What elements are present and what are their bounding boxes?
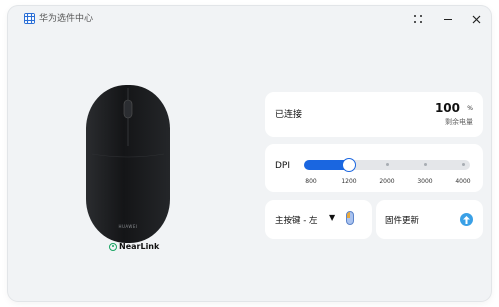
connection-card: 已连接 100 % 剩余电量 bbox=[265, 92, 483, 137]
battery-unit: % bbox=[467, 105, 473, 112]
window-title: 华为选件中心 bbox=[39, 14, 94, 24]
dpi-option-3000: 3000 bbox=[417, 178, 433, 185]
battery-value: 100 bbox=[434, 101, 460, 115]
nearlink-icon bbox=[109, 242, 117, 251]
firmware-update-label: 固件更新 bbox=[385, 216, 420, 226]
dpi-tick-2000[interactable] bbox=[385, 163, 389, 166]
app-window: 华为选件中心 HUAWEI NearLink 已连接 100 % 剩余电量 DP… bbox=[8, 6, 491, 301]
dpi-tick-4000[interactable] bbox=[461, 163, 465, 166]
app-logo-icon bbox=[24, 13, 35, 24]
connection-status: 已连接 bbox=[275, 110, 303, 120]
mouse-image: HUAWEI bbox=[78, 84, 178, 264]
primary-key-card[interactable]: 主按键 - 左 ▼ bbox=[265, 200, 372, 239]
close-icon bbox=[472, 15, 480, 23]
title-bar: 华为选件中心 bbox=[8, 6, 491, 32]
dpi-slider-thumb[interactable] bbox=[342, 158, 356, 172]
battery-label: 剩余电量 bbox=[445, 118, 473, 126]
dpi-slider[interactable] bbox=[304, 158, 470, 172]
mouse-left-button-icon bbox=[346, 211, 354, 225]
nearlink-label: NearLink bbox=[119, 242, 160, 251]
primary-key-label: 主按键 - 左 bbox=[275, 216, 318, 226]
minimize-icon bbox=[444, 18, 452, 20]
dpi-option-1200: 1200 bbox=[341, 178, 357, 185]
caret-down-icon[interactable]: ▼ bbox=[329, 213, 335, 222]
dpi-label: DPI bbox=[275, 161, 291, 171]
minimize-button[interactable] bbox=[439, 11, 457, 27]
dpi-card: DPI 800 1200 2000 3000 4000 bbox=[265, 144, 483, 192]
four-dots-icon bbox=[414, 15, 422, 23]
firmware-card[interactable]: 固件更新 bbox=[376, 200, 483, 239]
dpi-option-800: 800 bbox=[305, 178, 317, 185]
dpi-tick-3000[interactable] bbox=[423, 163, 427, 166]
mouse-brand-label: HUAWEI bbox=[118, 224, 138, 229]
mouse-illustration bbox=[86, 85, 170, 243]
dpi-option-4000: 4000 bbox=[455, 178, 471, 185]
dpi-option-2000: 2000 bbox=[379, 178, 395, 185]
close-button[interactable] bbox=[467, 11, 485, 27]
upgrade-arrow-icon[interactable] bbox=[460, 213, 473, 226]
more-options-button[interactable] bbox=[409, 11, 427, 27]
nearlink-logo: NearLink bbox=[109, 242, 159, 251]
